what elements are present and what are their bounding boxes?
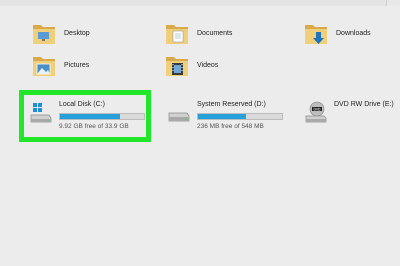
folder-label: Desktop (64, 29, 90, 37)
folder-label: Pictures (64, 61, 90, 69)
drive-system-reserved-d[interactable]: System Reserved (D:) 236 MB free of 548 … (167, 100, 283, 130)
drive-name: System Reserved (D:) (197, 101, 266, 108)
folder-label: Documents (197, 29, 233, 37)
pictures-folder-icon (32, 52, 56, 78)
folder-desktop[interactable]: Desktop (32, 18, 90, 48)
folder-label: Videos (197, 61, 219, 69)
desktop-folder-icon (32, 20, 56, 46)
drive-dvd-e[interactable]: DVD DVD RW Drive (E:) (304, 100, 394, 124)
drive-name: DVD RW Drive (E:) (334, 101, 394, 108)
folder-pictures[interactable]: Pictures (32, 50, 89, 80)
hard-drive-icon (167, 100, 191, 124)
folder-videos[interactable]: Videos (165, 50, 218, 80)
folder-downloads[interactable]: Downloads (304, 18, 371, 48)
dvd-drive-icon: DVD (304, 100, 328, 124)
drive-free-space: 236 MB free of 548 MB (197, 123, 264, 130)
folder-label: Downloads (336, 29, 371, 37)
selection-highlight (19, 90, 151, 142)
documents-folder-icon (165, 20, 189, 46)
drive-usage-fill (198, 114, 246, 119)
window-corner (386, 0, 400, 6)
drive-usage-bar (197, 113, 283, 120)
videos-folder-icon (165, 52, 189, 78)
explorer-top-edge (0, 0, 400, 6)
folder-documents[interactable]: Documents (165, 18, 232, 48)
downloads-folder-icon (304, 20, 328, 46)
svg-text:DVD: DVD (313, 107, 321, 111)
